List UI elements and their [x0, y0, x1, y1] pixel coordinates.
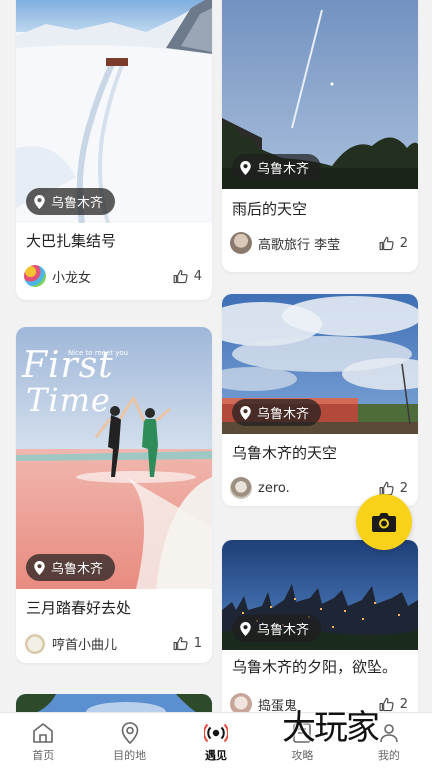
- post-meta: 哼首小曲儿 1: [24, 631, 202, 655]
- thumbs-up-icon: [173, 269, 188, 283]
- profile-icon: [380, 724, 398, 743]
- tab-label: 目的地: [113, 749, 147, 762]
- post-card[interactable]: 乌鲁木齐 大巴扎集结号 小龙女 4: [16, 0, 212, 300]
- post-meta: 高歌旅行 李莹 2: [230, 231, 408, 255]
- post-card[interactable]: 乌鲁木齐 雨后的天空 高歌旅行 李莹 2: [222, 0, 418, 272]
- post-photo: 乌鲁木齐: [222, 294, 418, 434]
- location-label: 乌鲁木齐: [257, 407, 310, 422]
- thumbs-up-icon: [379, 236, 394, 250]
- like-count: 4: [193, 268, 202, 284]
- photo-caption-line1: First: [22, 345, 114, 386]
- post-photo: 乌鲁木齐: [222, 0, 418, 189]
- tab-label: 我的: [377, 749, 400, 762]
- post-photo: [16, 694, 212, 712]
- location-pin-icon: [34, 560, 45, 575]
- like-button[interactable]: 2: [379, 236, 408, 251]
- post-card[interactable]: 乌鲁木齐 乌鲁木齐的天空 zero. 2: [222, 294, 418, 506]
- location-label: 乌鲁木齐: [51, 196, 104, 211]
- thumbs-up-icon: [173, 636, 188, 650]
- like-button[interactable]: 1: [173, 636, 202, 651]
- camera-post-button[interactable]: [356, 494, 412, 550]
- tab-destination[interactable]: 目的地: [86, 713, 172, 768]
- like-count: 2: [399, 235, 408, 251]
- discovery-feed[interactable]: 乌鲁木齐 大巴扎集结号 小龙女 4 乌鲁木齐 雨后的天空 高歌旅行 李莹 2 N…: [0, 0, 432, 712]
- author-name[interactable]: 哼首小曲儿: [52, 634, 117, 653]
- home-icon: [33, 723, 54, 743]
- post-title[interactable]: 乌鲁木齐的天空: [232, 442, 337, 463]
- location-badge[interactable]: 乌鲁木齐: [232, 615, 322, 642]
- avatar[interactable]: [230, 477, 252, 499]
- tab-label: 遇见: [205, 749, 228, 762]
- like-button[interactable]: 4: [173, 269, 202, 284]
- tab-home[interactable]: 首页: [0, 713, 86, 768]
- post-photo: 乌鲁木齐: [222, 540, 418, 650]
- location-pin-icon: [240, 405, 251, 420]
- location-pin-icon: [34, 194, 45, 209]
- post-photo: Nice to meet you First Time 乌鲁木齐: [16, 327, 212, 589]
- photo-caption-line2: Time: [26, 381, 111, 419]
- author-name[interactable]: 高歌旅行 李莹: [258, 234, 340, 253]
- post-card[interactable]: Nice to meet you First Time 乌鲁木齐 三月踏春好去处…: [16, 327, 212, 663]
- location-pin-icon: [240, 160, 251, 175]
- avatar[interactable]: [24, 632, 46, 654]
- post-card[interactable]: 乌鲁木齐 乌鲁木齐的夕阳，欲坠。 捣蛋鬼 2: [222, 540, 418, 712]
- post-photo: 乌鲁木齐: [16, 0, 212, 223]
- thumbs-up-icon: [379, 697, 394, 711]
- avatar[interactable]: [230, 693, 252, 712]
- location-badge[interactable]: 乌鲁木齐: [232, 154, 322, 181]
- post-title[interactable]: 大巴扎集结号: [26, 230, 116, 251]
- location-pin-icon: [121, 722, 138, 745]
- location-pin-icon: [240, 621, 251, 636]
- location-badge[interactable]: 乌鲁木齐: [232, 399, 322, 426]
- author-name[interactable]: 小龙女: [52, 267, 91, 286]
- avatar[interactable]: [24, 265, 46, 287]
- post-meta: 小龙女 4: [24, 264, 202, 288]
- post-title[interactable]: 乌鲁木齐的夕阳，欲坠。: [232, 656, 397, 677]
- author-name[interactable]: zero.: [258, 481, 290, 496]
- like-count: 1: [193, 635, 202, 651]
- location-label: 乌鲁木齐: [257, 623, 310, 638]
- location-label: 乌鲁木齐: [51, 562, 104, 577]
- post-title[interactable]: 雨后的天空: [232, 198, 307, 219]
- location-label: 乌鲁木齐: [257, 162, 310, 177]
- tab-label: 攻略: [291, 749, 314, 762]
- post-title[interactable]: 三月踏春好去处: [26, 597, 131, 618]
- avatar[interactable]: [230, 232, 252, 254]
- location-badge[interactable]: 乌鲁木齐: [26, 188, 116, 215]
- like-button[interactable]: 2: [379, 697, 408, 712]
- like-count: 2: [399, 696, 408, 712]
- location-badge[interactable]: 乌鲁木齐: [26, 554, 116, 581]
- watermark-logo: 大玩家: [282, 708, 380, 748]
- like-count: 2: [399, 480, 408, 496]
- post-card[interactable]: [16, 694, 212, 712]
- tab-label: 首页: [32, 749, 55, 762]
- broadcast-icon: [204, 723, 229, 743]
- tab-meet[interactable]: 遇见: [173, 713, 259, 768]
- camera-icon: [372, 513, 396, 532]
